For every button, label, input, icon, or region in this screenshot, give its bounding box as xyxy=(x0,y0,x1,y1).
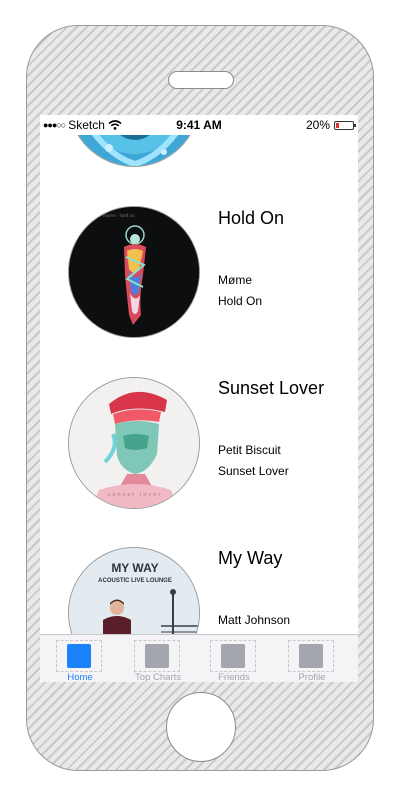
tab-label: Top Charts xyxy=(135,672,181,682)
home-button[interactable] xyxy=(166,692,236,762)
song-name: Sunset Lover xyxy=(218,464,289,478)
tab-label: Friends xyxy=(218,672,250,682)
svg-text:mome · hold on: mome · hold on xyxy=(103,213,135,218)
battery-percent: 20% xyxy=(305,118,330,132)
tab-profile[interactable]: Profile xyxy=(274,635,350,682)
tab-label: Home xyxy=(67,672,93,682)
home-icon xyxy=(67,644,91,668)
app-screen: ●●●○○ Sketch 9:41 AM 20% mome · hold on … xyxy=(40,115,358,682)
tab-bar: Home Top Charts Friends Profile xyxy=(40,634,358,682)
song-name: Hold On xyxy=(218,294,263,308)
song-artist: Petit Biscuit xyxy=(218,443,281,457)
song-artist: Møme xyxy=(218,273,252,287)
tab-home[interactable]: Home xyxy=(42,635,118,682)
album-art-caption: sunset lover xyxy=(108,492,163,498)
album-art-subtitle: ACOUSTIC LIVE LOUNGE xyxy=(98,578,172,584)
album-art-hold-on[interactable]: mome · hold on xyxy=(68,206,200,338)
song-title[interactable]: Sunset Lover xyxy=(218,378,324,399)
song-list[interactable]: mome · hold on Hold On Møme Hold On suns… xyxy=(40,115,358,679)
tab-top-charts[interactable]: Top Charts xyxy=(120,635,196,682)
status-bar: ●●●○○ Sketch 9:41 AM 20% xyxy=(40,115,358,135)
speaker-slot xyxy=(168,71,234,89)
album-art-title: MY WAY xyxy=(111,561,158,575)
song-title[interactable]: My Way xyxy=(218,548,282,569)
tab-label: Profile xyxy=(298,672,326,682)
song-title[interactable]: Hold On xyxy=(218,208,284,229)
song-artist: Matt Johnson xyxy=(218,613,291,627)
profile-icon xyxy=(299,644,323,668)
tab-friends[interactable]: Friends xyxy=(196,635,272,682)
top-charts-icon xyxy=(145,644,169,668)
battery-icon xyxy=(334,120,356,130)
album-art-sunset-lover[interactable]: sunset lover xyxy=(68,377,200,509)
friends-icon xyxy=(221,644,245,668)
